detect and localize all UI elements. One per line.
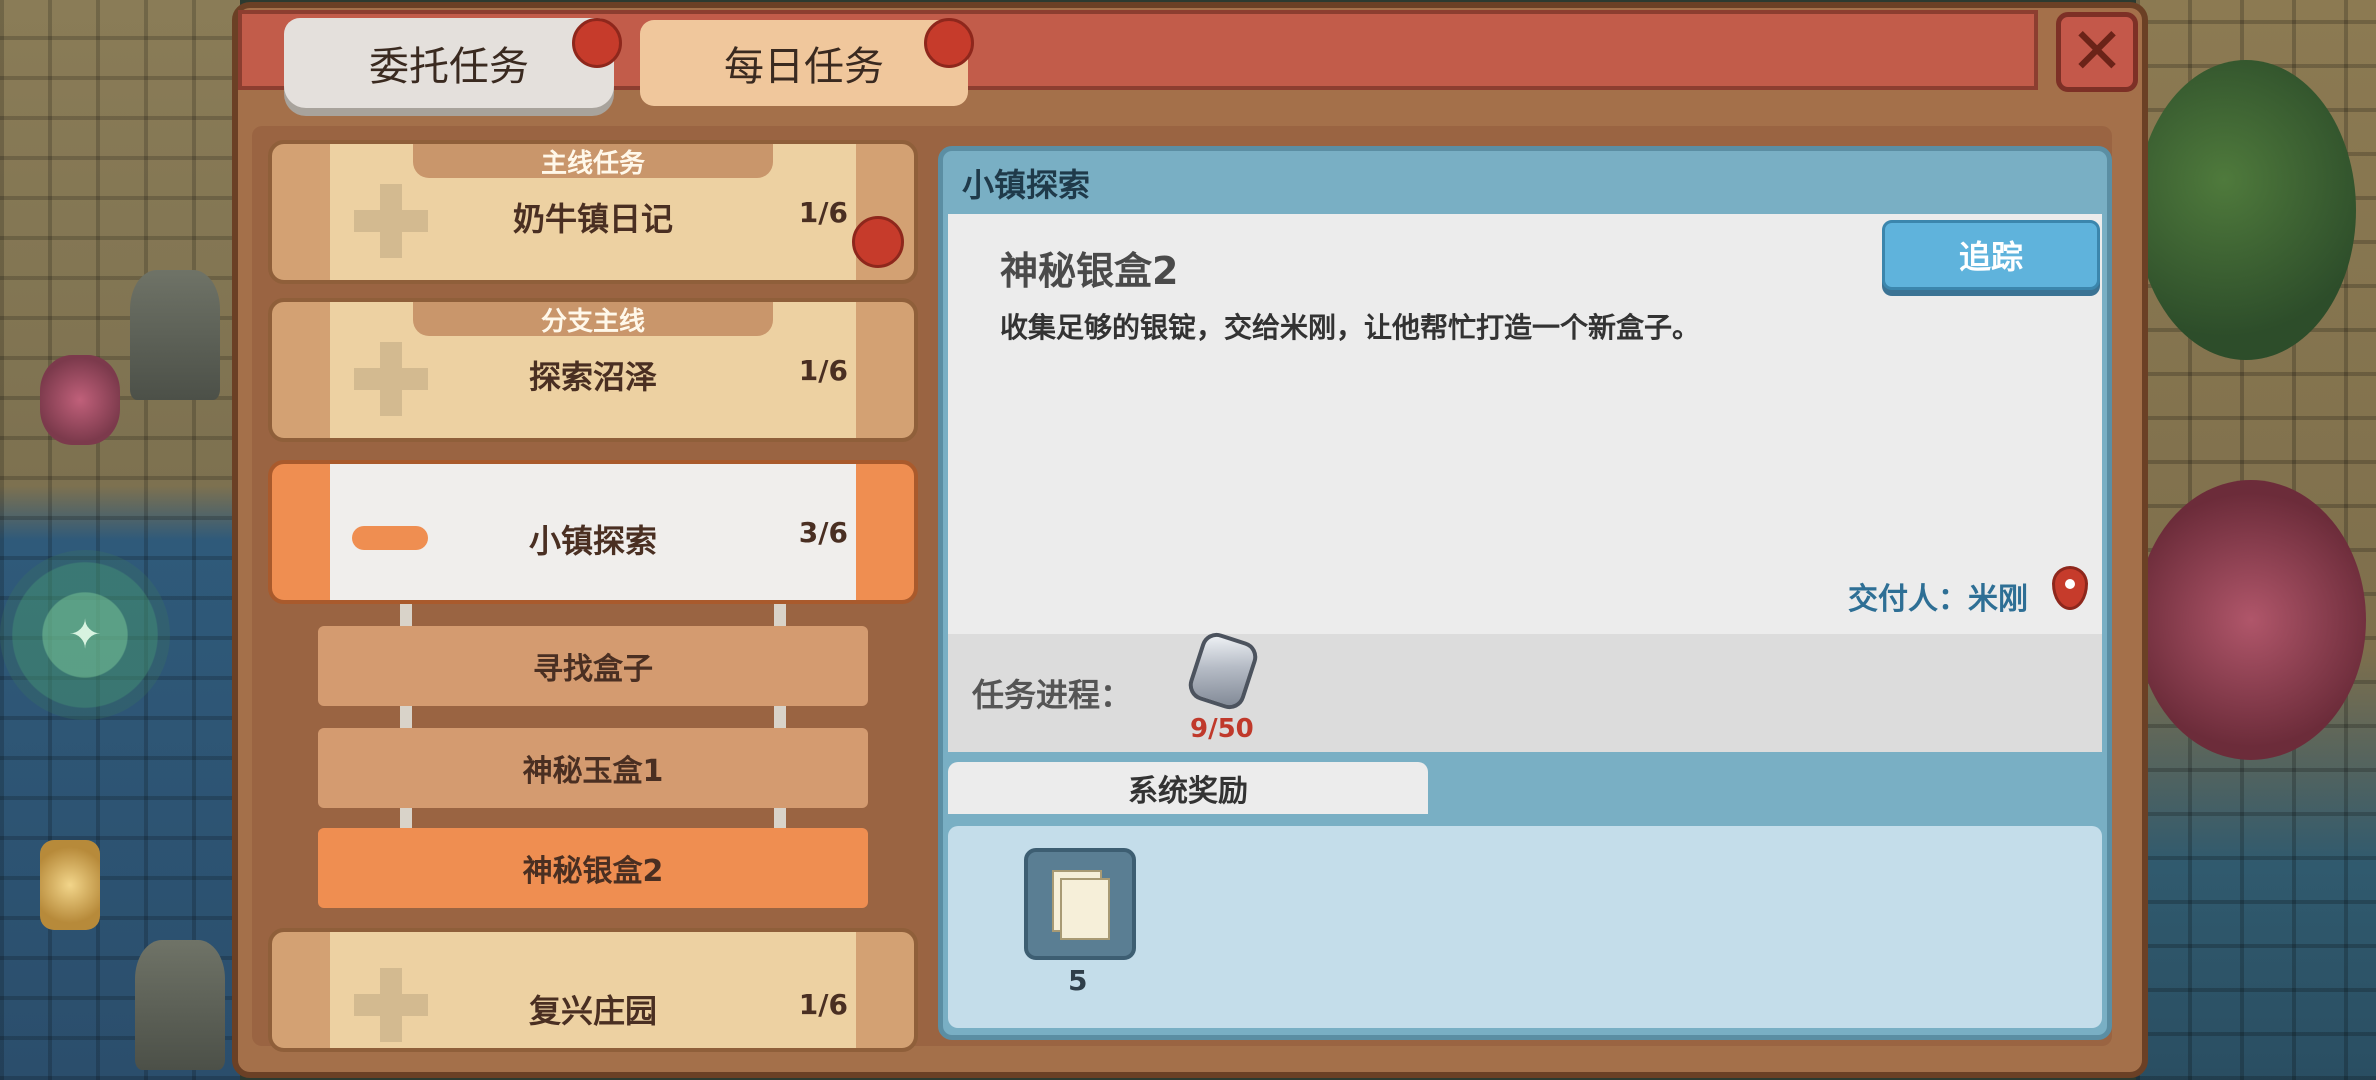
subquest-item[interactable]: 神秘玉盒1: [318, 728, 868, 808]
category-branch-quest[interactable]: 分支主线 探索沼泽 1/6: [268, 298, 918, 442]
category-progress: 3/6: [798, 516, 848, 549]
close-icon: ✕: [2070, 15, 2124, 89]
lion-statue-upper: [130, 270, 220, 400]
category-tag: 主线任务: [413, 144, 773, 179]
notification-dot-commission: [572, 18, 622, 68]
subquest-item-selected[interactable]: 神秘银盒2: [318, 828, 868, 908]
tab-daily-quests[interactable]: 每日任务: [640, 20, 968, 106]
progress-label: 任务进程：: [972, 676, 1133, 714]
category-main-quest[interactable]: 主线任务 奶牛镇日记 1/6: [268, 140, 918, 284]
category-progress: 1/6: [798, 988, 848, 1021]
lion-statue-lower: [135, 940, 225, 1070]
tab-commission-label: 委托任务: [369, 44, 529, 90]
tab-commission-quests[interactable]: 委托任务: [284, 18, 614, 108]
subquest-label: 神秘银盒2: [522, 854, 664, 889]
detail-header: 小镇探索: [962, 166, 1091, 204]
subquest-label: 神秘玉盒1: [522, 754, 664, 789]
tree-blossom: [2136, 480, 2366, 760]
reward-count: 5: [1068, 964, 1088, 997]
reward-item-slot[interactable]: [1024, 848, 1136, 960]
category-progress: 1/6: [798, 354, 848, 387]
category-tag: 分支主线: [413, 302, 773, 337]
notification-dot-main-quest: [852, 216, 904, 268]
gamepad-joystick-icon[interactable]: ✦: [0, 550, 170, 720]
category-revive-farm[interactable]: 复兴庄园 1/6: [268, 928, 918, 1052]
category-progress: 1/6: [798, 196, 848, 229]
close-button[interactable]: ✕: [2056, 12, 2138, 92]
tree-green: [2136, 60, 2356, 360]
quest-giver: 交付人：米刚: [1848, 582, 2028, 617]
category-town-exploration[interactable]: 小镇探索 3/6: [268, 460, 918, 604]
notification-dot-daily: [924, 18, 974, 68]
quest-description: 收集足够的银锭，交给米刚，让他帮忙打造一个新盒子。: [1000, 311, 1701, 344]
flower-bush: [40, 355, 120, 445]
lantern: [40, 840, 100, 930]
paper-sheet: [1060, 878, 1110, 940]
subquest-item[interactable]: 寻找盒子: [318, 626, 868, 706]
stone-path-left: [0, 0, 240, 1080]
tab-daily-label: 每日任务: [724, 44, 884, 90]
subquest-label: 寻找盒子: [533, 652, 653, 687]
track-button[interactable]: 追踪: [1882, 220, 2100, 290]
progress-count: 9/50: [1190, 714, 1254, 744]
system-reward-tab[interactable]: 系统奖励: [948, 762, 1428, 814]
quest-title: 神秘银盒2: [1000, 249, 1179, 293]
